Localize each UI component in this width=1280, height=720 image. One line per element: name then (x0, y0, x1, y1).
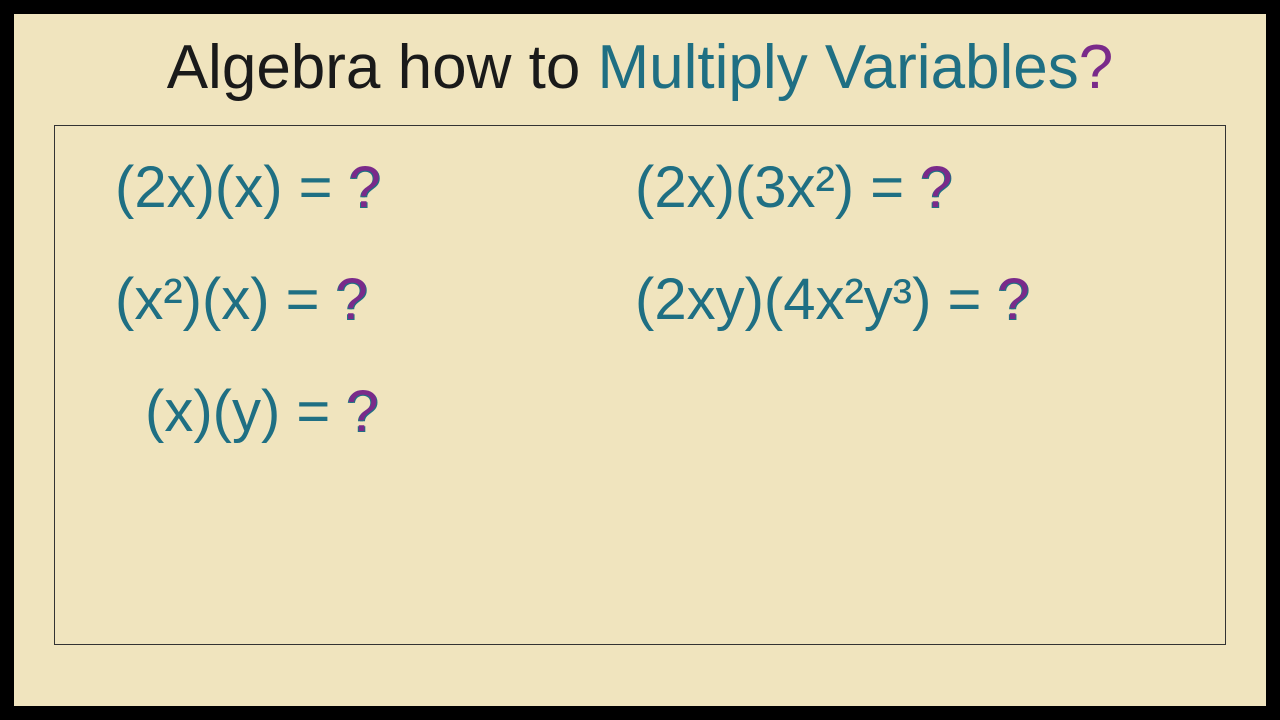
problem-row-2: (x²)(x) = ? (2xy)(4x²y³) = ? (115, 268, 1195, 332)
problem-row-3: (x)(y) = ? (115, 380, 1195, 444)
question-mark-icon: ? (920, 155, 952, 220)
question-mark-icon: ? (998, 267, 1030, 332)
problem-row-1: (2x)(x) = ? (2x)(3x²) = ? (115, 156, 1195, 220)
problem-3: (x²)(x) = ? (115, 268, 635, 332)
problem-2: (2x)(3x²) = ? (635, 156, 1195, 220)
problems-box: (2x)(x) = ? (2x)(3x²) = ? (x²)(x) = ? (54, 125, 1226, 645)
problem-4: (2xy)(4x²y³) = ? (635, 268, 1195, 332)
page-title: Algebra how to Multiply Variables? (54, 32, 1226, 103)
question-mark-icon: ? (349, 155, 381, 220)
question-mark-icon: ? (336, 267, 368, 332)
problem-3-lhs: (x²)(x) = (115, 267, 336, 332)
problem-4-lhs: (2xy)(4x²y³) = (635, 267, 998, 332)
problem-2-lhs: (2x)(3x²) = (635, 155, 920, 220)
problem-5-lhs: (x)(y) = (145, 379, 346, 444)
problem-5: (x)(y) = ? (145, 380, 635, 444)
question-mark-icon: ? (346, 379, 378, 444)
outer-frame: Algebra how to Multiply Variables? (2x)(… (0, 0, 1280, 720)
title-part2: Multiply Variables (598, 33, 1079, 102)
card: Algebra how to Multiply Variables? (2x)(… (14, 14, 1266, 706)
title-part1: Algebra how to (167, 33, 598, 102)
problem-1-lhs: (2x)(x) = (115, 155, 349, 220)
title-part3: ? (1079, 33, 1113, 102)
problem-1: (2x)(x) = ? (115, 156, 635, 220)
